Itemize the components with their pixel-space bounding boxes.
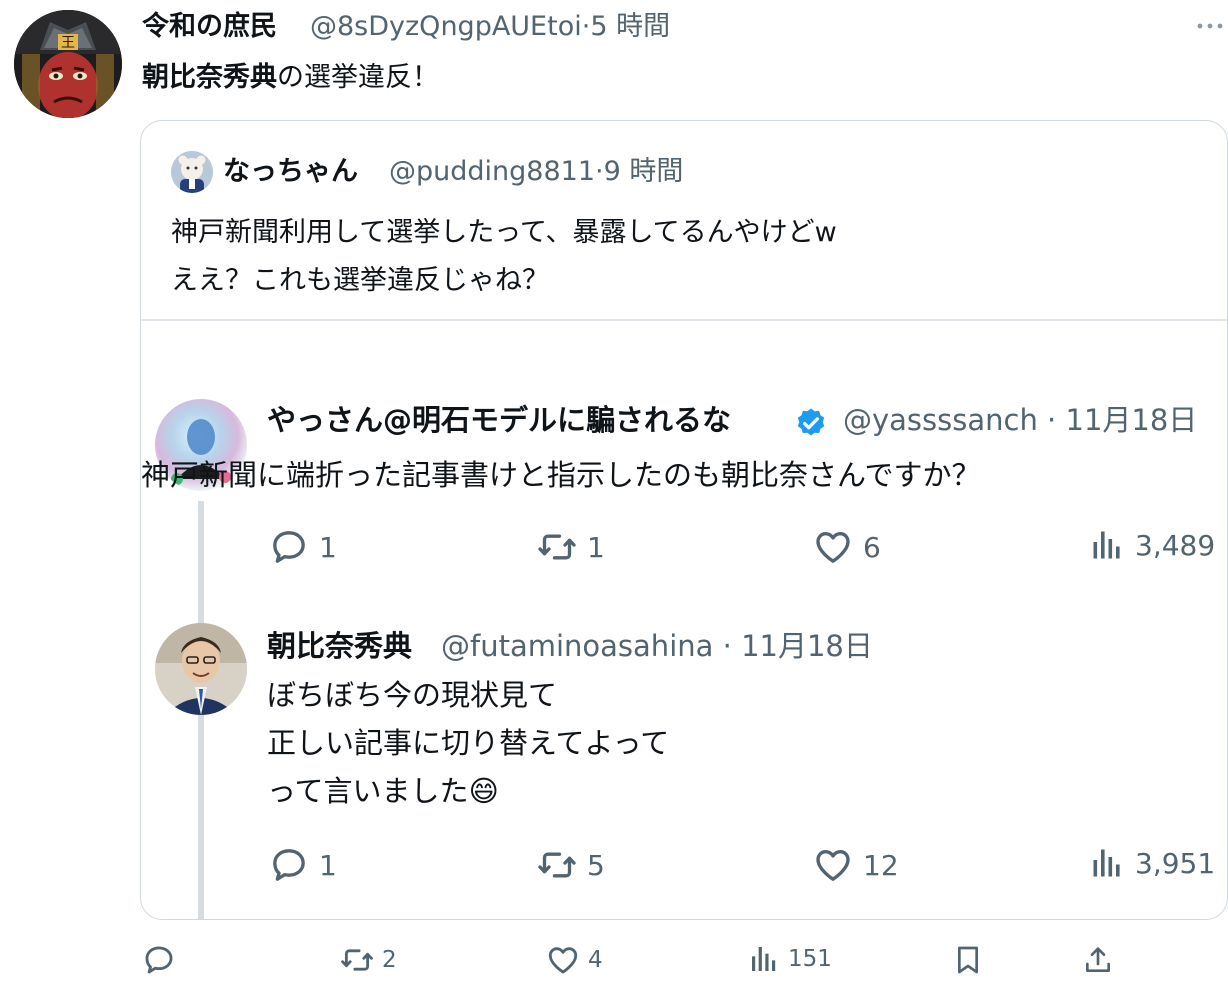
thread-text-line: 正しい記事に切り替えてよって (267, 726, 670, 760)
thread-date: 11月18日 (741, 629, 873, 663)
thread-repost-stat: 5 (537, 845, 605, 885)
quoted-author-name: なっちゃん (223, 156, 358, 187)
thread-text-line: 神戸新聞に端折った記事書けと指示したのも朝比奈さんですか？ (141, 458, 981, 492)
thread-reply-stat: 1 (269, 845, 337, 885)
views-button[interactable]: 151 (748, 943, 832, 975)
thread-views-stat: 3,489 (1089, 527, 1215, 563)
reply-icon (269, 527, 309, 567)
main-author-handle[interactable]: @8sDyzQngpAUEtoi (310, 11, 582, 42)
repost-icon (537, 845, 577, 885)
quoted-tweet-time: 9 時間 (603, 156, 684, 187)
reply-icon (269, 845, 309, 885)
thread-like-stat: 6 (813, 527, 881, 567)
heart-icon (813, 845, 853, 885)
views-icon (1089, 845, 1125, 881)
thread-text-line: って言いました (267, 774, 469, 808)
thread-author-name: やっさん@明石モデルに騙されるな (267, 403, 732, 437)
quoted-text-line: 神戸新聞利用して選挙したって、暴露してるんやけどw (171, 217, 837, 248)
repost-icon (340, 943, 374, 977)
thread-author-meta: @yassssanch · 11月18日 (843, 403, 1198, 437)
verified-badge-icon (793, 404, 829, 440)
thread-repost-stat: 1 (537, 527, 605, 567)
thread-author-handle: @yassssanch (843, 403, 1038, 437)
quoted-author-handle: @pudding8811 (389, 156, 595, 187)
quoted-tweet-text: 神戸新聞利用して選挙したって、暴露してるんやけどw ええ？これも選挙違反じゃね？ (171, 209, 837, 305)
quoted-author-meta: @pudding8811·9 時間 (389, 154, 683, 190)
thread-text: ぼちぼち今の現状見て 正しい記事に切り替えてよって って言いました😄 (267, 671, 669, 815)
heart-icon (546, 943, 580, 977)
thread-author-avatar (155, 623, 247, 715)
reply-button[interactable] (142, 943, 184, 977)
views-icon (1089, 527, 1125, 563)
bookmark-button[interactable] (952, 943, 984, 977)
main-tweet-text-rest: の選挙違反！ (277, 62, 439, 93)
thread-text-line: ぼちぼち今の現状見て (267, 678, 558, 712)
thread-author-handle: @futaminoasahina (441, 629, 714, 663)
quoted-text-line: ええ？これも選挙違反じゃね？ (171, 265, 549, 296)
share-icon (1082, 943, 1114, 977)
thread-views-stat: 3,951 (1089, 845, 1215, 881)
quoted-tweet-card[interactable]: なっちゃん @pudding8811·9 時間 神戸新聞利用して選挙したって、暴… (140, 120, 1228, 920)
grinning-emoji-icon: 😄 (468, 774, 499, 808)
main-author-avatar[interactable]: 王 (14, 10, 122, 118)
main-tweet-time[interactable]: 5 時間 (590, 11, 670, 42)
like-button[interactable]: 4 (546, 943, 603, 977)
repost-icon (537, 527, 577, 567)
main-author-name[interactable]: 令和の庶民 (142, 10, 277, 44)
svg-text:王: 王 (61, 35, 75, 51)
divider (141, 319, 1227, 321)
thread-author-name: 朝比奈秀典 (267, 629, 413, 663)
thread-like-stat: 12 (813, 845, 899, 885)
thread-date: 11月18日 (1065, 403, 1198, 437)
reply-icon (142, 943, 176, 977)
meta-separator: · (595, 156, 604, 187)
thread-author-meta: @futaminoasahina · 11月18日 (441, 629, 873, 663)
thread-text: 神戸新聞に端折った記事書けと指示したのも朝比奈さんですか？ (141, 451, 981, 499)
thread-reply-stat: 1 (269, 527, 337, 567)
quoted-author-avatar (171, 151, 213, 193)
main-tweet-text: 朝比奈秀典の選挙違反！ (142, 60, 439, 96)
bookmark-icon (952, 943, 984, 977)
views-icon (748, 943, 780, 975)
main-tweet-text-bold: 朝比奈秀典 (142, 62, 277, 93)
more-dots-icon[interactable] (1192, 12, 1228, 40)
heart-icon (813, 527, 853, 567)
share-button[interactable] (1082, 943, 1114, 977)
repost-button[interactable]: 2 (340, 943, 397, 977)
main-author-meta: @8sDyzQngpAUEtoi·5 時間 (310, 10, 670, 44)
